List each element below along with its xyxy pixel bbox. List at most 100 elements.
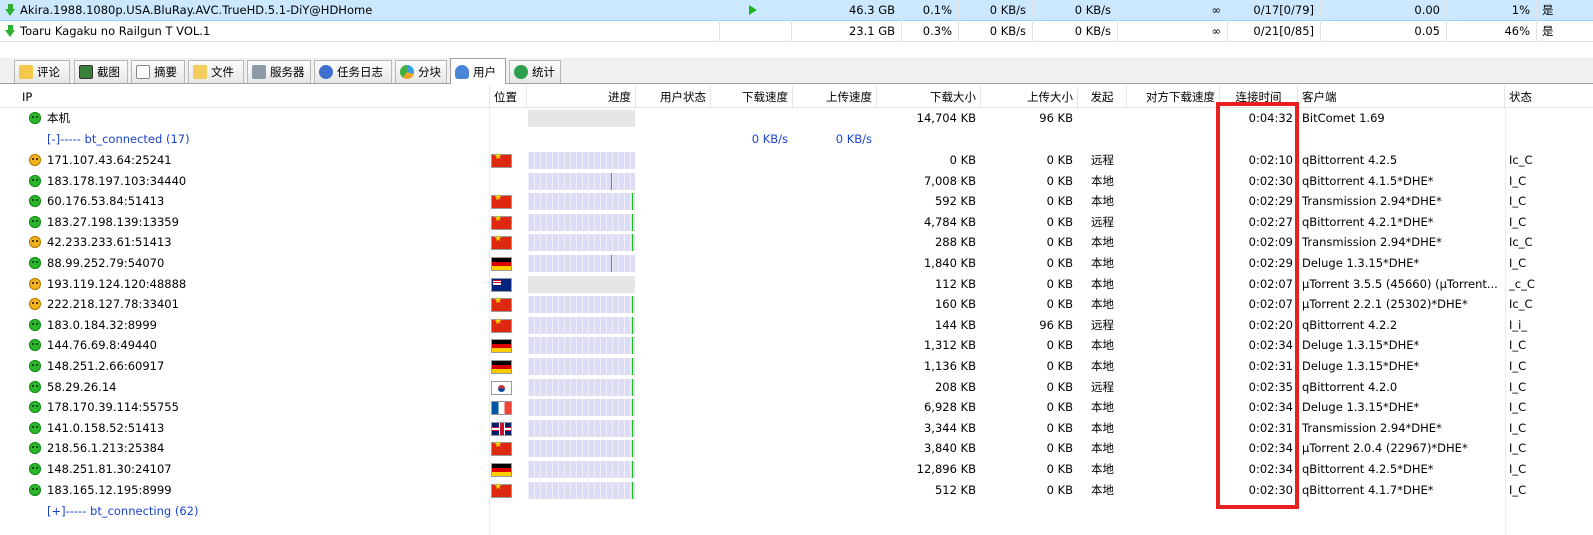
country-flag-icon (491, 440, 512, 457)
table-row[interactable]: 42.233.233.61:51413 288 KB 0 KB 本地 0:02:09 Tr… (0, 232, 1593, 253)
table-row[interactable]: 60.176.53.84:51413 592 KB 0 KB 本地 0:02:29 Tra… (0, 191, 1593, 212)
group-row-connecting[interactable]: [+]----- bt_connecting (62) (0, 501, 1593, 522)
col-initiator[interactable]: 发起 (1078, 86, 1127, 108)
country-flag-icon (491, 152, 512, 168)
task-remaining: ∞ (1118, 21, 1228, 42)
peer-client: BitComet 1.69 (1302, 111, 1385, 125)
peer-uploaded: 0 KB (1046, 276, 1073, 291)
col-down-speed[interactable]: 下载速度 (711, 86, 793, 108)
table-row[interactable]: 88.99.252.79:54070 1,840 KB 0 KB 本地 0:02:29 D… (0, 253, 1593, 274)
progress-done-mark (632, 378, 633, 396)
peer-ip: 144.76.69.8:49440 (47, 338, 157, 353)
table-row[interactable]: 171.107.43.64:25241 0 KB 0 KB 远程 0:02:10 qBit… (0, 150, 1593, 171)
peer-ip: 60.176.53.84:51413 (47, 194, 165, 209)
table-row[interactable]: 141.0.158.52:51413 3,344 KB 0 KB 本地 0:02:31 T… (0, 418, 1593, 439)
table-row[interactable]: 222.218.127.78:33401 160 KB 0 KB 本地 0:02:07 µ… (0, 294, 1593, 315)
col-ip[interactable]: IP (18, 86, 490, 108)
task-seeds: 0/21[0/85] (1228, 21, 1321, 42)
peer-client: qBittorrent 4.1.5*DHE* (1302, 173, 1434, 188)
progress-bar (528, 193, 635, 211)
table-row[interactable]: 183.0.184.32:8999 144 KB 96 KB 远程 0:02:20 qBi… (0, 315, 1593, 336)
peer-status-icon (29, 483, 41, 496)
tab-task-log[interactable]: 任务日志 (314, 60, 392, 83)
progress-bar (528, 337, 635, 355)
peer-ip: 183.0.184.32:8999 (47, 317, 157, 332)
table-row[interactable]: 144.76.69.8:49440 1,312 KB 0 KB 本地 0:02:34 De… (0, 335, 1593, 356)
group-row-connected[interactable]: [-]----- bt_connected (17) 0 KB/s 0 KB/s (0, 129, 1593, 150)
col-peer-down-speed[interactable]: 对方下载速度 (1127, 86, 1220, 108)
peer-state: I_C (1509, 400, 1527, 415)
peer-initiator: 本地 (1091, 441, 1114, 456)
peer-uploaded: 96 KB (1039, 317, 1073, 332)
tab-pieces[interactable]: 分块 (395, 60, 447, 83)
table-row[interactable]: 183.165.12.195:8999 512 KB 0 KB 本地 0:02:30 qB… (0, 480, 1593, 501)
col-connect-time[interactable]: 连接时间 (1220, 86, 1298, 108)
col-client[interactable]: 客户端 (1298, 86, 1505, 108)
peer-status-icon (29, 154, 41, 166)
peer-uploaded: 0 KB (1046, 173, 1073, 188)
group-up-speed: 0 KB/s (835, 132, 872, 146)
peer-client: qBittorrent 4.1.7*DHE* (1302, 482, 1434, 497)
task-row[interactable]: Toaru Kagaku no Railgun T VOL.1 23.1 GB … (0, 21, 1593, 42)
table-row[interactable]: 193.119.124.120:48888 112 KB 0 KB 本地 0:02:07… (0, 274, 1593, 295)
table-row-local[interactable]: 本机 14,704 KB 96 KB 0:04:32 BitComet 1.69 (0, 108, 1593, 129)
tab-servers[interactable]: 服务器 (247, 60, 311, 83)
progress-bar (528, 172, 635, 190)
progress-done-mark (611, 255, 612, 272)
peer-connect-time: 0:02:09 (1248, 235, 1293, 250)
peer-status-icon (29, 236, 41, 249)
group-label[interactable]: [-]----- bt_connected (17) (47, 129, 347, 150)
peer-downloaded: 112 KB (934, 276, 976, 291)
checklist-icon (136, 65, 150, 79)
tab-summary[interactable]: 摘要 (131, 60, 185, 83)
col-downloaded[interactable]: 下载大小 (877, 86, 981, 108)
col-state[interactable]: 状态 (1505, 86, 1593, 108)
tab-comments[interactable]: 评论 (14, 60, 70, 83)
peer-state: I_C (1509, 194, 1527, 209)
group-label[interactable]: [+]----- bt_connecting (62) (47, 501, 347, 522)
peer-uploaded: 0 KB (1046, 379, 1073, 394)
peer-ip: 218.56.1.213:25384 (47, 441, 165, 456)
table-row[interactable]: 148.251.81.30:24107 12,896 KB 0 KB 本地 0:02:3… (0, 459, 1593, 480)
table-row[interactable]: 183.178.197.103:34440 7,008 KB 0 KB 本地 0:02:… (0, 171, 1593, 192)
table-row[interactable]: 183.27.198.139:13359 4,784 KB 0 KB 远程 0:02:2… (0, 212, 1593, 233)
peer-client: Transmission 2.94*DHE* (1302, 194, 1442, 209)
peer-connect-time: 0:02:27 (1248, 214, 1293, 229)
task-progress: 1% (1447, 0, 1537, 21)
col-up-speed[interactable]: 上传速度 (793, 86, 877, 108)
task-row[interactable]: Akira.1988.1080p.USA.BluRay.AVC.TrueHD.5… (0, 0, 1593, 21)
country-flag-icon (491, 360, 512, 374)
progress-done-mark (632, 481, 633, 499)
tab-files[interactable]: 文件 (188, 60, 244, 83)
col-uploaded[interactable]: 上传大小 (981, 86, 1078, 108)
table-row[interactable]: 178.170.39.114:55755 6,928 KB 0 KB 本地 0:02:3… (0, 397, 1593, 418)
peer-initiator: 远程 (1091, 153, 1114, 167)
progress-bar (528, 481, 635, 499)
tab-peers[interactable]: 用户 (450, 58, 506, 84)
col-user-state[interactable]: 用户状态 (636, 86, 711, 108)
task-flag: 是 (1542, 3, 1554, 17)
peer-client: Deluge 1.3.15*DHE* (1302, 359, 1420, 373)
peer-connect-time: 0:02:34 (1248, 400, 1293, 415)
peer-downloaded: 6,928 KB (923, 400, 976, 415)
group-down-speed: 0 KB/s (751, 132, 788, 146)
peer-initiator: 本地 (1091, 297, 1114, 312)
tab-statistics[interactable]: 统计 (509, 60, 561, 83)
peer-initiator: 本地 (1091, 462, 1114, 476)
peer-state: I_C (1509, 420, 1527, 435)
peer-connect-time: 0:02:30 (1248, 173, 1293, 188)
table-row[interactable]: 148.251.2.66:60917 1,136 KB 0 KB 本地 0:02:31 D… (0, 356, 1593, 377)
progress-bar (528, 316, 635, 334)
col-location[interactable]: 位置 (490, 86, 527, 108)
peer-state: _c_C (1509, 276, 1535, 291)
table-row[interactable]: 218.56.1.213:25384 3,840 KB 0 KB 本地 0:02:34 µ… (0, 438, 1593, 459)
peer-downloaded: 7,008 KB (923, 173, 976, 188)
download-arrow-icon (5, 25, 16, 37)
tab-screenshots[interactable]: 截图 (74, 60, 128, 83)
peer-uploaded: 0 KB (1046, 420, 1073, 435)
table-row[interactable]: 58.29.26.14 208 KB 0 KB 远程 0:02:35 qBittorren… (0, 377, 1593, 398)
peer-downloaded: 3,344 KB (923, 420, 976, 435)
task-share: 0.00 (1321, 0, 1447, 21)
peer-status-icon (29, 174, 41, 187)
col-progress[interactable]: 进度 (527, 86, 636, 108)
